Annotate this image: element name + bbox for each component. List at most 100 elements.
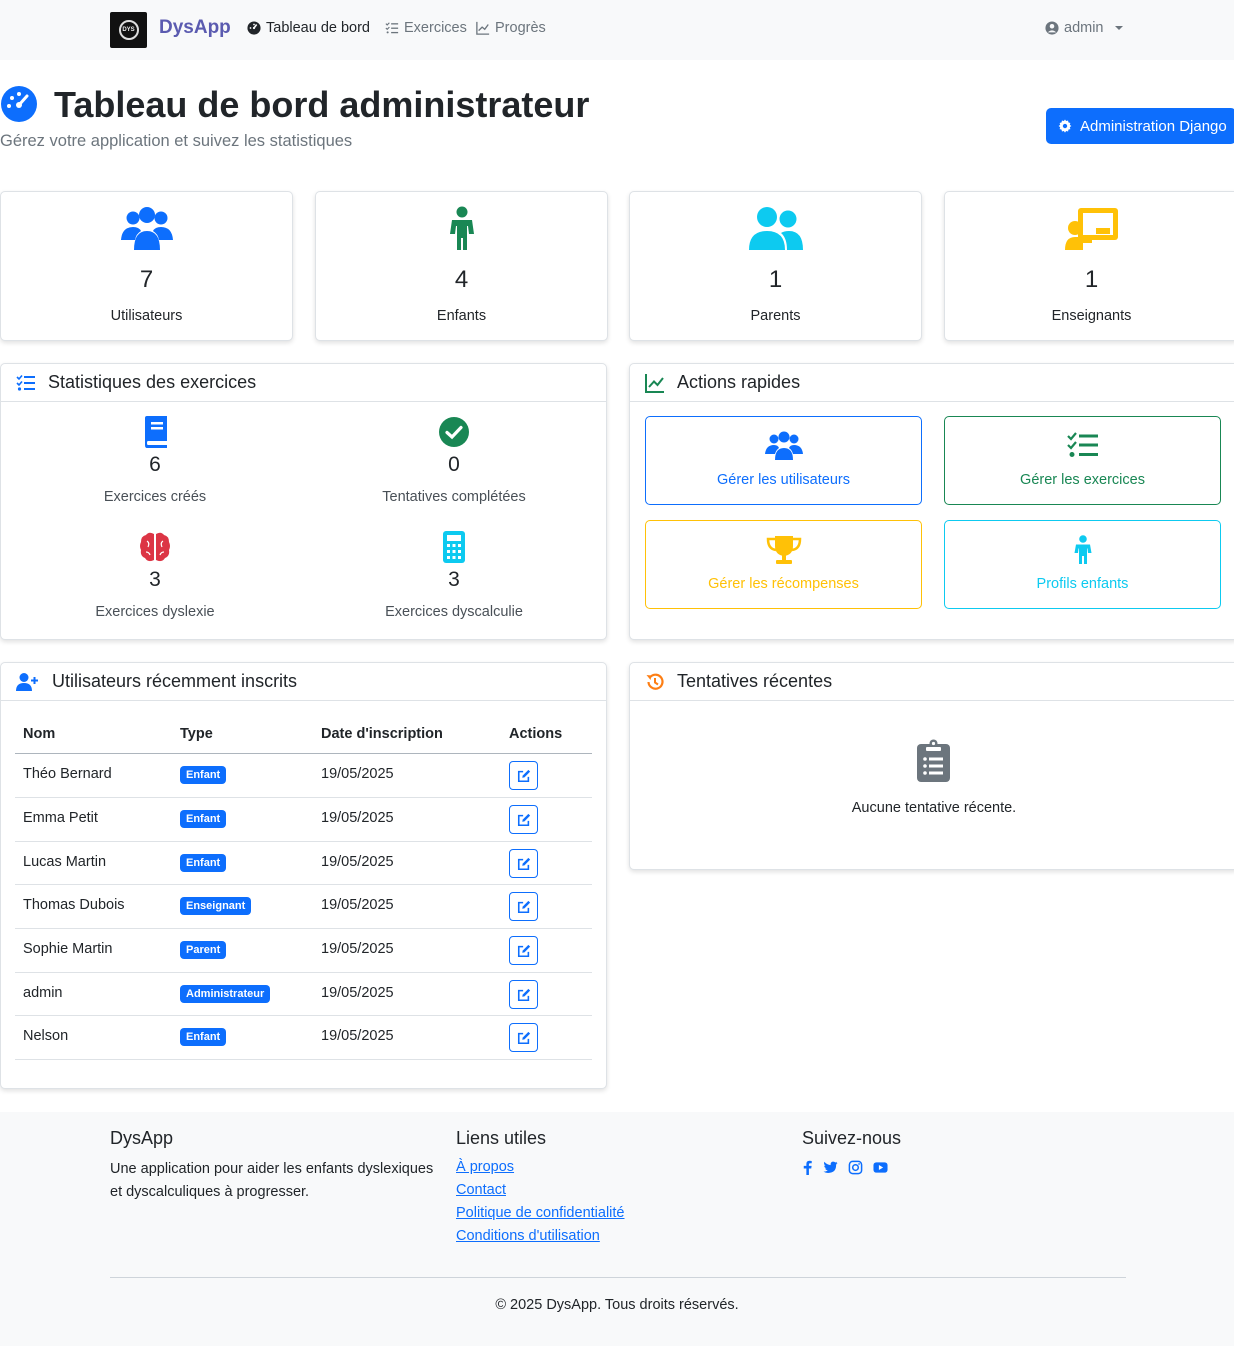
footer-description: Une application pour aider les enfants d… [110, 1161, 434, 1200]
stat-card-users: 7 Utilisateurs [0, 191, 293, 341]
column-header-actions[interactable]: Actions [509, 726, 562, 742]
edit-user-button[interactable] [509, 892, 538, 921]
edit-icon [517, 769, 530, 782]
user-name: admin [1064, 20, 1104, 36]
facebook-link[interactable] [798, 1159, 816, 1175]
nav-dashboard-label: Tableau de bord [266, 20, 370, 36]
check-circle-icon [439, 417, 469, 447]
footer-social-title: Suivez-nous [802, 1128, 902, 1148]
manage-rewards-button[interactable]: Gérer les récompenses [645, 520, 922, 609]
stat-value: 3 [448, 568, 460, 591]
youtube-icon [872, 1161, 888, 1173]
calculator-icon [443, 531, 465, 563]
copyright: © 2025 DysApp. Tous droits réservés. [495, 1297, 739, 1313]
instagram-link[interactable] [846, 1159, 864, 1175]
edit-icon [517, 1031, 530, 1044]
edit-user-button[interactable] [509, 980, 538, 1009]
completed-attempts-stat: 0 Tentatives complétées [309, 416, 599, 505]
brand-logo[interactable]: DYS [110, 12, 147, 48]
gauge-icon [1, 86, 37, 122]
row-divider [15, 972, 592, 973]
page-title: Tableau de bord administrateur [54, 84, 590, 125]
edit-icon [517, 988, 530, 1001]
registration-date: 19/05/2025 [321, 985, 394, 1001]
recent-attempts-card: Tentatives récentes Aucune tentative réc… [629, 662, 1234, 870]
user-menu-dropdown[interactable]: admin [1045, 20, 1123, 36]
user-name: Thomas Dubois [23, 897, 125, 913]
twitter-icon [822, 1161, 838, 1173]
edit-icon [517, 813, 530, 826]
registration-date: 19/05/2025 [321, 1028, 394, 1044]
navbar: DYS DysApp Tableau de bord Exercices Pro… [0, 0, 1234, 60]
row-divider [15, 841, 592, 842]
card-header: Tentatives récentes [630, 663, 1234, 701]
stat-value: 7 [139, 266, 154, 293]
user-type-badge: Enfant [180, 810, 227, 828]
edit-user-button[interactable] [509, 761, 538, 790]
gear-icon [1058, 119, 1072, 133]
nav-dashboard[interactable]: Tableau de bord [247, 20, 370, 36]
facebook-icon [803, 1160, 812, 1175]
user-name: Lucas Martin [23, 854, 107, 870]
django-admin-button[interactable]: Administration Django [1046, 108, 1234, 144]
brand-name[interactable]: DysApp [159, 17, 231, 39]
column-header-name[interactable]: Nom [23, 726, 55, 742]
stat-label: Exercices dyscalculie [385, 604, 523, 620]
link-contact[interactable]: Contact [456, 1182, 506, 1198]
row-divider [15, 1015, 592, 1016]
user-type-badge: Enfant [180, 854, 227, 872]
dyslexia-exercises-stat: 3 Exercices dyslexie [10, 531, 300, 620]
column-header-type[interactable]: Type [180, 726, 213, 742]
stat-label: Exercices créés [103, 489, 207, 505]
exercises-created-stat: 6 Exercices créés [10, 416, 300, 505]
edit-user-button[interactable] [509, 936, 538, 965]
link-privacy[interactable]: Politique de confidentialité [456, 1205, 624, 1221]
action-label: Gérer les récompenses [708, 576, 859, 592]
trophy-icon [766, 536, 801, 564]
nav-exercises[interactable]: Exercices [385, 20, 467, 36]
manage-users-button[interactable]: Gérer les utilisateurs [645, 416, 922, 505]
user-name: Théo Bernard [23, 766, 112, 782]
twitter-link[interactable] [821, 1159, 839, 1175]
edit-user-button[interactable] [509, 805, 538, 834]
users-icon [120, 207, 173, 250]
user-name: admin [23, 985, 63, 1001]
table-header-divider [15, 753, 592, 754]
link-about[interactable]: À propos [456, 1159, 514, 1175]
nav-exercises-label: Exercices [404, 20, 467, 36]
quick-actions-card: Actions rapides Gérer les utilisateurs G… [629, 363, 1234, 640]
action-label: Gérer les exercices [1020, 472, 1145, 488]
card-title: Tentatives récentes [677, 671, 833, 691]
column-header-date[interactable]: Date d'inscription [321, 726, 443, 742]
youtube-link[interactable] [871, 1159, 889, 1175]
edit-user-button[interactable] [509, 849, 538, 878]
nav-progress-label: Progrès [495, 20, 546, 36]
chart-line-icon [645, 373, 664, 393]
user-name: Sophie Martin [23, 941, 113, 957]
edit-icon [517, 857, 530, 870]
stat-value: 1 [768, 266, 783, 293]
edit-user-button[interactable] [509, 1023, 538, 1052]
registration-date: 19/05/2025 [321, 810, 394, 826]
chalkboard-teacher-icon [1064, 208, 1118, 250]
stat-value: 1 [1084, 266, 1099, 293]
empty-state-text: Aucune tentative récente. [851, 800, 1017, 816]
card-header: Statistiques des exercices [1, 364, 606, 402]
row-divider [15, 1059, 592, 1060]
dyscalculia-exercises-stat: 3 Exercices dyscalculie [309, 531, 599, 620]
user-type-badge: Enfant [180, 766, 227, 784]
stat-label: Parents [750, 308, 801, 324]
card-header: Utilisateurs récemment inscrits [1, 663, 606, 701]
card-title: Actions rapides [677, 372, 801, 392]
nav-progress[interactable]: Progrès [476, 20, 546, 36]
link-terms[interactable]: Conditions d'utilisation [456, 1228, 600, 1244]
user-name: Emma Petit [23, 810, 98, 826]
list-check-icon [16, 374, 35, 391]
user-type-badge: Parent [180, 941, 227, 959]
manage-exercises-button[interactable]: Gérer les exercices [944, 416, 1221, 505]
child-icon [1074, 535, 1091, 564]
child-profiles-button[interactable]: Profils enfants [944, 520, 1221, 609]
stat-card-children: 4 Enfants [315, 191, 608, 341]
card-title: Utilisateurs récemment inscrits [52, 671, 298, 691]
list-check-icon [1066, 432, 1098, 457]
